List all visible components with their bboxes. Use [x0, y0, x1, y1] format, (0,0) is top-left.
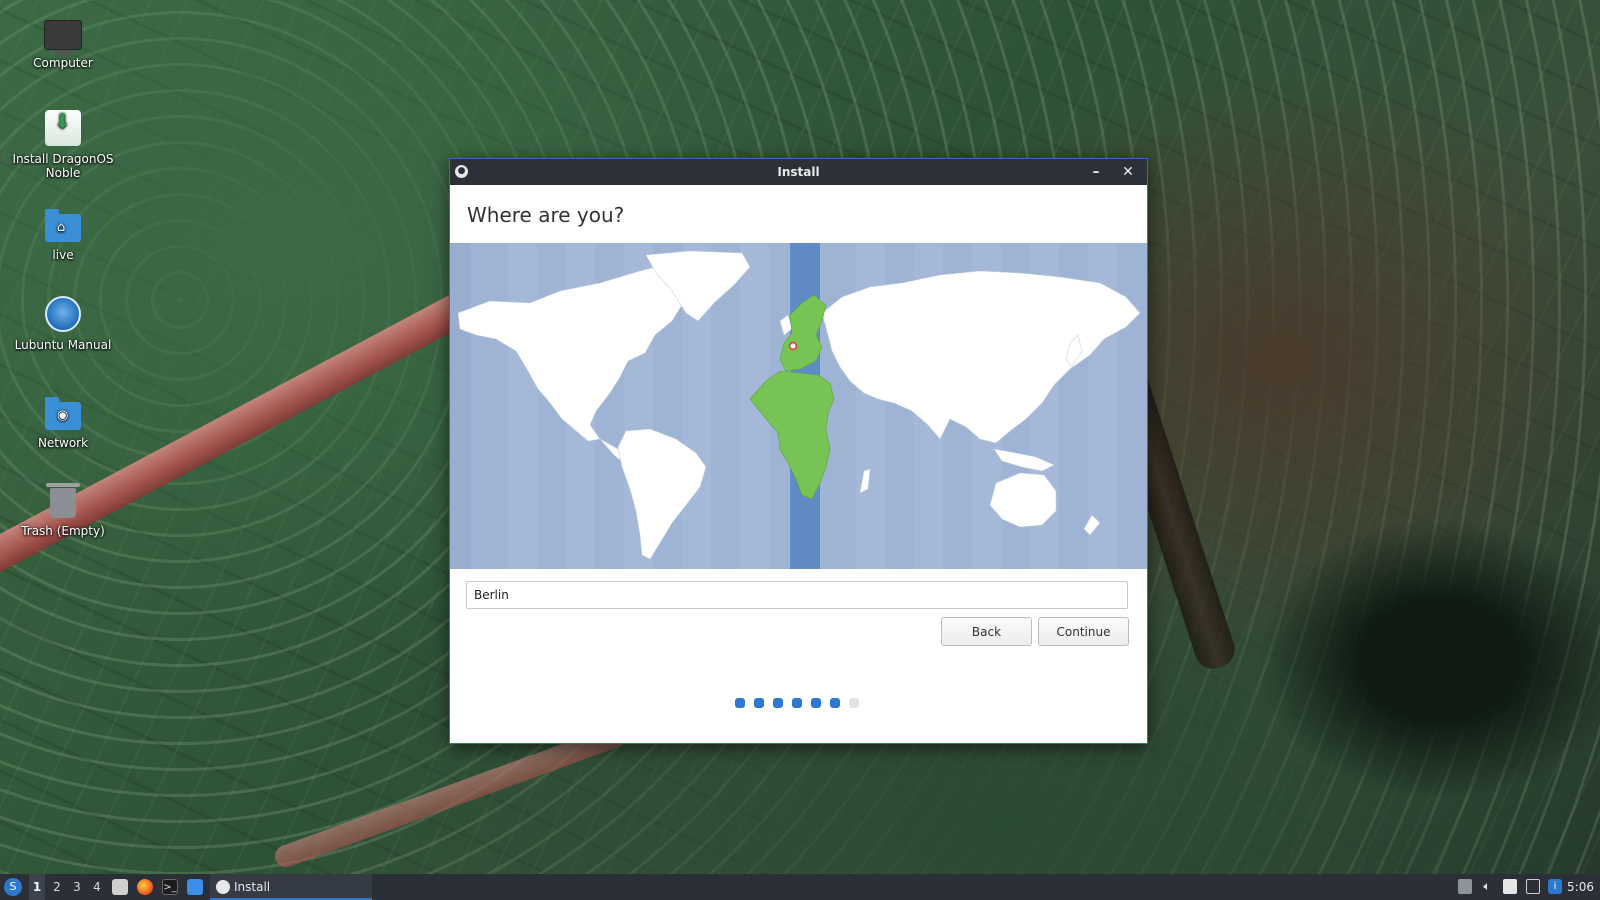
- step-dot-completed: [811, 698, 821, 708]
- taskbar-task-label: Install: [234, 880, 271, 894]
- location-input[interactable]: [466, 581, 1128, 609]
- start-menu-icon[interactable]: S: [4, 878, 22, 896]
- show-desktop-icon[interactable]: [187, 879, 203, 895]
- manual-icon: [45, 296, 81, 332]
- taskbar-clock[interactable]: 5:06: [1567, 874, 1594, 900]
- desktop-icon-lubuntu-manual[interactable]: Lubuntu Manual: [12, 296, 114, 352]
- tray-clipboard-icon[interactable]: [1503, 879, 1517, 894]
- location-pin-icon: [788, 341, 798, 351]
- terminal-icon[interactable]: >_: [162, 879, 178, 895]
- step-dot-completed: [773, 698, 783, 708]
- home-folder-icon: ⌂: [45, 209, 81, 242]
- continent-australia: [989, 472, 1057, 528]
- desktop-icon-label: Lubuntu Manual: [14, 338, 112, 352]
- step-dot-completed: [735, 698, 745, 708]
- timezone-map[interactable]: [450, 243, 1147, 569]
- installer-task-icon: [216, 879, 230, 894]
- desktop-icon-label: Network: [37, 436, 89, 450]
- desktop-switcher-3[interactable]: 3: [69, 874, 85, 900]
- new-zealand-island: [1083, 514, 1101, 536]
- continent-eurasia: [821, 270, 1141, 444]
- step-dot-completed: [792, 698, 802, 708]
- tray-keyboard-icon[interactable]: [1458, 879, 1472, 894]
- continent-south-america: [617, 428, 707, 560]
- world-map: [457, 250, 1141, 560]
- desktop-icon-label: Trash (Empty): [21, 524, 105, 538]
- installer-icon: [45, 110, 81, 146]
- desktop-switcher-4[interactable]: 4: [89, 874, 105, 900]
- file-manager-icon[interactable]: [112, 879, 128, 895]
- tray-display-icon[interactable]: [1526, 879, 1540, 894]
- desktop-switcher-2[interactable]: 2: [49, 874, 65, 900]
- back-button[interactable]: Back: [941, 617, 1032, 646]
- window-title: Install: [777, 165, 820, 179]
- tray-update-icon[interactable]: i: [1548, 879, 1562, 894]
- desktop-icon-network[interactable]: ◉ Network: [12, 396, 114, 450]
- desktop-icon-label: Computer: [33, 56, 93, 70]
- desktop-switcher-1[interactable]: 1: [29, 874, 45, 900]
- desktop-icon-label: live: [52, 248, 74, 262]
- continue-button[interactable]: Continue: [1038, 617, 1129, 646]
- firefox-icon[interactable]: [137, 879, 153, 895]
- minimize-button[interactable]: –: [1085, 159, 1107, 185]
- step-progress-indicator: [735, 698, 859, 710]
- network-folder-icon: ◉: [45, 397, 81, 430]
- trash-icon: [46, 483, 80, 518]
- close-button[interactable]: ✕: [1117, 159, 1139, 185]
- window-titlebar[interactable]: ● Install – ✕: [450, 159, 1147, 185]
- installer-app-icon[interactable]: ●: [455, 165, 468, 178]
- page-header: Where are you?: [450, 185, 1147, 243]
- desktop-icon-trash[interactable]: Trash (Empty): [12, 483, 114, 538]
- taskbar-task-install[interactable]: Install: [210, 874, 372, 900]
- desktop-icon-computer[interactable]: Computer: [12, 16, 114, 70]
- taskbar: S 1 2 3 4 >_ Install 🔈︎ i 5:06: [0, 874, 1600, 900]
- step-dot-completed: [754, 698, 764, 708]
- step-dot-pending: [849, 698, 859, 708]
- desktop-icon-label: Install DragonOS Noble: [12, 152, 114, 180]
- computer-icon: [44, 20, 82, 56]
- install-window: ● Install – ✕ Where are you? Berlin Back…: [449, 158, 1148, 744]
- volume-icon[interactable]: 🔈︎: [1480, 879, 1494, 894]
- continent-southeast-asia-islands: [993, 448, 1055, 472]
- madagascar-island: [859, 468, 871, 494]
- selected-region-africa: [749, 370, 835, 500]
- desktop-icon-install-dragonos[interactable]: Install DragonOS Noble: [12, 110, 114, 180]
- desktop-icon-live[interactable]: ⌂ live: [12, 208, 114, 262]
- page-title: Where are you?: [467, 203, 625, 227]
- step-dot-completed: [830, 698, 840, 708]
